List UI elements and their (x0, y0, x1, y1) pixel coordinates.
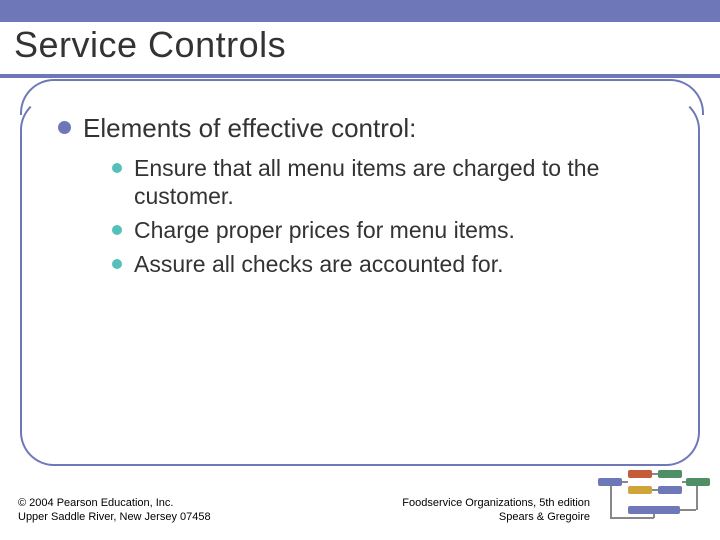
diagram-connector (696, 486, 698, 510)
diagram-box (686, 478, 710, 486)
subbullet-dot-icon (112, 225, 122, 235)
subbullet-text: Charge proper prices for menu items. (134, 216, 515, 244)
copyright-line: © 2004 Pearson Education, Inc. (18, 496, 211, 510)
bullet-level2: Charge proper prices for menu items. (112, 216, 658, 244)
footer-right: Foodservice Organizations, 5th edition S… (402, 496, 590, 524)
authors-line: Spears & Gregoire (402, 510, 590, 524)
diagram-box (628, 506, 680, 514)
diagram-connector (653, 514, 655, 518)
subbullet-dot-icon (112, 259, 122, 269)
diagram-connector (622, 481, 628, 483)
diagram-box (658, 470, 682, 478)
bullet-level1: Elements of effective control: (58, 112, 658, 144)
diagram-connector (610, 517, 654, 519)
subbullet-text: Ensure that all menu items are charged t… (134, 154, 658, 210)
bullet-level2: Ensure that all menu items are charged t… (112, 154, 658, 210)
slide-title: Service Controls (14, 24, 286, 66)
diagram-box (628, 486, 652, 494)
diagram-box (658, 486, 682, 494)
top-accent-band (0, 0, 720, 22)
diagram-connector (652, 489, 658, 491)
subbullet-text: Assure all checks are accounted for. (134, 250, 503, 278)
flowchart-graphic (598, 470, 710, 526)
address-line: Upper Saddle River, New Jersey 07458 (18, 510, 211, 524)
diagram-connector (680, 509, 696, 511)
bullet-dot-icon (58, 121, 71, 134)
bullet-level2: Assure all checks are accounted for. (112, 250, 658, 278)
diagram-box (628, 470, 652, 478)
footer-left: © 2004 Pearson Education, Inc. Upper Sad… (18, 496, 211, 524)
content-area: Elements of effective control: Ensure th… (58, 112, 658, 284)
diagram-connector (652, 473, 658, 475)
diagram-box (598, 478, 622, 486)
bullet-text: Elements of effective control: (83, 112, 416, 144)
diagram-connector (682, 481, 686, 483)
book-title-line: Foodservice Organizations, 5th edition (402, 496, 590, 510)
diagram-connector (610, 486, 612, 518)
title-divider (0, 74, 720, 78)
slide: Service Controls Elements of effective c… (0, 0, 720, 540)
subbullet-dot-icon (112, 163, 122, 173)
